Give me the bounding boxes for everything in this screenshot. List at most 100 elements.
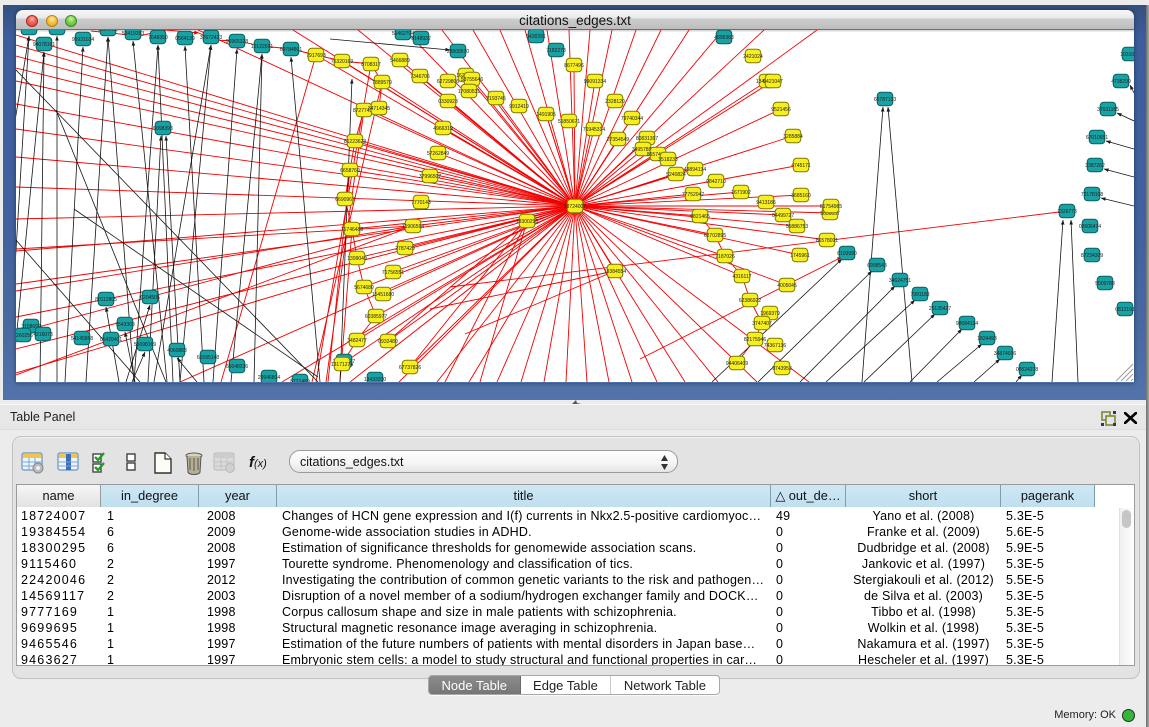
- svg-text:27354549: 27354549: [607, 137, 629, 143]
- svg-text:74367136: 74367136: [764, 343, 786, 349]
- svg-text:29946804: 29946804: [258, 375, 280, 381]
- svg-text:7182278: 7182278: [546, 48, 566, 54]
- svg-text:65648236: 65648236: [226, 364, 248, 370]
- svg-text:81223623: 81223623: [344, 139, 366, 145]
- svg-text:01429401: 01429401: [100, 337, 122, 343]
- svg-text:0812191: 0812191: [1115, 307, 1134, 313]
- svg-text:51850671: 51850671: [558, 119, 580, 125]
- svg-text:6204505: 6204505: [140, 295, 160, 301]
- svg-text:4005045: 4005045: [777, 283, 797, 289]
- svg-text:3164752: 3164752: [98, 30, 118, 33]
- svg-text:9821465: 9821465: [690, 214, 710, 220]
- svg-text:7770143: 7770143: [411, 200, 431, 206]
- svg-text:34624751: 34624751: [889, 278, 911, 284]
- svg-text:25135427: 25135427: [929, 306, 951, 312]
- svg-text:37631165: 37631165: [1097, 107, 1119, 113]
- svg-text:7346706: 7346706: [410, 74, 430, 80]
- svg-text:2260256: 2260256: [16, 333, 33, 339]
- svg-text:0932480: 0932480: [378, 339, 398, 345]
- svg-text:4896383: 4896383: [714, 35, 734, 41]
- svg-text:28809570: 28809570: [447, 49, 469, 55]
- svg-text:4216073: 4216073: [33, 332, 53, 338]
- svg-text:5466889: 5466889: [390, 58, 410, 64]
- svg-text:9421047: 9421047: [763, 79, 783, 85]
- svg-text:1399049: 1399049: [347, 256, 367, 262]
- svg-text:8677496: 8677496: [564, 63, 584, 69]
- svg-text:34874016: 34874016: [994, 351, 1016, 357]
- svg-text:80831367: 80831367: [636, 136, 658, 142]
- svg-text:4316117: 4316117: [732, 274, 751, 280]
- svg-text:19384554: 19384554: [604, 269, 626, 275]
- svg-text:37672423: 37672423: [200, 35, 222, 41]
- svg-text:1745961: 1745961: [790, 253, 810, 259]
- svg-text:2421024: 2421024: [743, 54, 763, 60]
- svg-text:62729806: 62729806: [437, 79, 459, 85]
- svg-text:94078161: 94078161: [33, 42, 55, 48]
- svg-text:79740344: 79740344: [621, 116, 643, 122]
- svg-text:23511615: 23511615: [46, 30, 68, 32]
- svg-text:2787429: 2787429: [395, 246, 415, 252]
- svg-text:9413186: 9413186: [756, 200, 776, 206]
- svg-text:76320163: 76320163: [331, 59, 353, 65]
- svg-text:96965328: 96965328: [226, 39, 248, 45]
- svg-text:80112805: 80112805: [95, 297, 117, 303]
- svg-text:6193990: 6193990: [837, 251, 857, 257]
- svg-text:73178108: 73178108: [1081, 192, 1103, 198]
- svg-text:7648350: 7648350: [148, 35, 168, 41]
- svg-text:7991183: 7991183: [910, 292, 929, 298]
- svg-text:3285884: 3285884: [783, 134, 803, 140]
- svg-text:55886753: 55886753: [786, 224, 808, 230]
- svg-text:62386922: 62386922: [739, 298, 761, 304]
- svg-text:2328120: 2328120: [605, 99, 625, 105]
- svg-text:5098393: 5098393: [153, 126, 173, 132]
- svg-text:7889579: 7889579: [372, 80, 392, 86]
- svg-text:6998543: 6998543: [867, 263, 887, 269]
- svg-text:57262849: 57262849: [427, 151, 449, 157]
- svg-text:3387262: 3387262: [1085, 163, 1105, 169]
- svg-text:1491905: 1491905: [536, 112, 556, 118]
- svg-text:0330923: 0330923: [438, 99, 458, 105]
- svg-text:8721489: 8721489: [290, 379, 310, 382]
- svg-text:53419283: 53419283: [122, 31, 144, 37]
- svg-text:62702895: 62702895: [704, 233, 726, 239]
- svg-text:99091334: 99091334: [584, 79, 606, 85]
- svg-text:1671902: 1671902: [731, 190, 751, 196]
- svg-text:10122691: 10122691: [251, 44, 273, 50]
- svg-text:76945314: 76945314: [583, 127, 605, 133]
- svg-text:1824493: 1824493: [977, 336, 997, 342]
- svg-text:98084124: 98084124: [956, 321, 978, 327]
- svg-text:5430391: 5430391: [526, 34, 546, 40]
- svg-text:71906594: 71906594: [402, 224, 424, 230]
- svg-text:04499727: 04499727: [772, 213, 794, 219]
- svg-text:9743953: 9743953: [772, 366, 792, 372]
- svg-text:13171274: 13171274: [331, 362, 353, 368]
- svg-text:7187026: 7187026: [715, 254, 735, 260]
- svg-text:02606474: 02606474: [1079, 224, 1101, 230]
- svg-text:1031051: 1031051: [1120, 52, 1134, 58]
- svg-text:5009788: 5009788: [1095, 281, 1115, 287]
- svg-text:7543303: 7543303: [115, 322, 135, 328]
- svg-text:1326773: 1326773: [1057, 209, 1077, 215]
- svg-text:0842710: 0842710: [706, 179, 726, 185]
- svg-text:5674680: 5674680: [354, 285, 374, 291]
- svg-text:54145868: 54145868: [71, 336, 93, 342]
- svg-text:13433200: 13433200: [364, 377, 386, 382]
- svg-text:71756551: 71756551: [382, 270, 404, 276]
- svg-text:7193745: 7193745: [486, 96, 506, 102]
- svg-text:9521456: 9521456: [771, 107, 791, 113]
- svg-text:6690967: 6690967: [335, 197, 355, 203]
- svg-text:3518233: 3518233: [658, 157, 678, 163]
- svg-text:65787133: 65787133: [874, 97, 896, 103]
- svg-text:9912419: 9912419: [509, 104, 529, 110]
- svg-text:17080531: 17080531: [458, 89, 480, 95]
- svg-text:0564139: 0564139: [175, 36, 195, 42]
- svg-text:81754965: 81754965: [820, 204, 842, 210]
- svg-text:49894134: 49894134: [684, 167, 706, 173]
- svg-text:67737826: 67737826: [399, 365, 421, 371]
- svg-text:3747407: 3747407: [752, 321, 772, 327]
- svg-text:00524278: 00524278: [1016, 367, 1038, 373]
- svg-text:53755646: 53755646: [461, 77, 483, 83]
- svg-text:4745171: 4745171: [791, 163, 811, 169]
- svg-text:67010651: 67010651: [1086, 135, 1108, 141]
- svg-text:18724007: 18724007: [564, 204, 586, 210]
